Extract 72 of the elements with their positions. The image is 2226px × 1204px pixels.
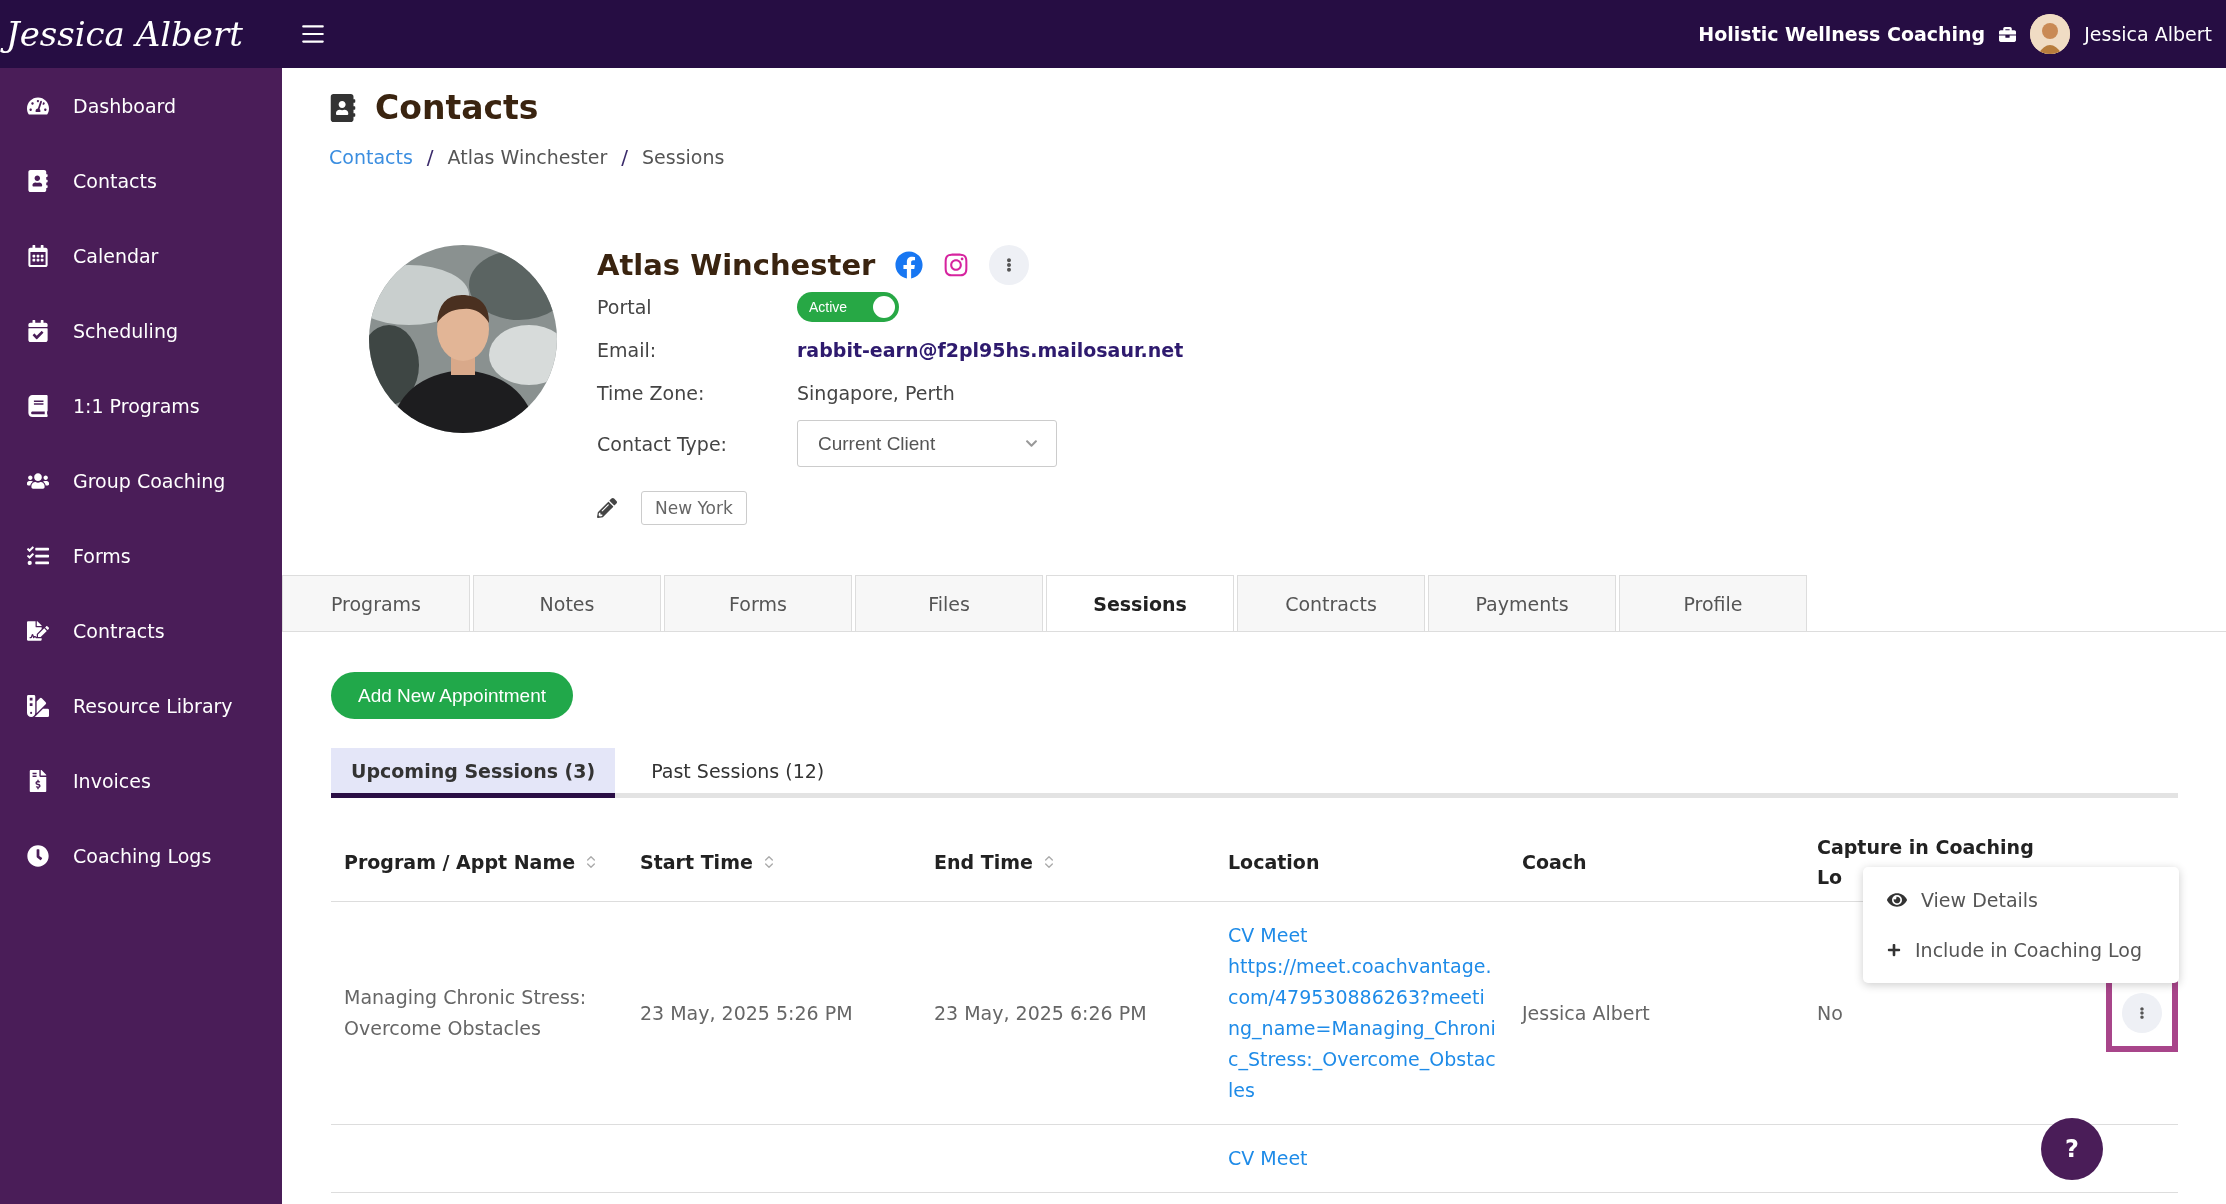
field-label: Email: [597, 338, 658, 361]
breadcrumb-separator: / [621, 145, 629, 169]
book-icon [27, 394, 49, 417]
checklist-icon [27, 544, 49, 567]
sidebar-item[interactable]: Resource Library [0, 668, 282, 743]
sidebar-item[interactable]: Coaching Logs [0, 818, 282, 893]
column-header[interactable]: Program / Appt Name [344, 847, 576, 877]
eye-icon [1887, 890, 1907, 910]
location-title-link[interactable]: CV Meet [1228, 1143, 1496, 1174]
table-cell-text: No [1816, 1000, 1844, 1026]
table-cell-text: Managing Chronic Stress: Overcome Obstacles [343, 985, 588, 1041]
location-tag: New York [641, 491, 747, 525]
sidebar-item[interactable]: Group Coaching [0, 443, 282, 518]
more-button[interactable] [989, 245, 1030, 285]
table-cell-text: Jessica Albert [1520, 1000, 1651, 1026]
session-tab[interactable]: Past Sessions (12) [631, 748, 845, 798]
business-name: Holistic Wellness Coaching [1698, 23, 1986, 45]
calendar-check-icon [27, 319, 49, 342]
column-header[interactable]: End Time [934, 847, 1033, 877]
tab[interactable]: Forms [664, 575, 852, 631]
user-name[interactable]: Jessica Albert [2084, 23, 2212, 45]
invoice-icon [27, 769, 49, 792]
sidebar-item[interactable]: Calendar [0, 218, 282, 293]
tab[interactable]: Payments [1428, 575, 1616, 631]
field-value: Singapore, Perth [797, 381, 956, 404]
table-cell-text: 23 May, 2025 5:26 PM [639, 1000, 854, 1026]
breadcrumb-item: Atlas Winchester [447, 146, 608, 168]
contact-name: Atlas Winchester [597, 248, 876, 282]
page-title: Contacts [375, 88, 539, 127]
plus-icon [1887, 943, 1901, 957]
tab[interactable]: Notes [473, 575, 661, 631]
sidebar-item[interactable]: Forms [0, 518, 282, 593]
sidebar-item[interactable]: Invoices [0, 743, 282, 818]
sidebar-item[interactable]: Dashboard [0, 68, 282, 143]
clock-icon [27, 844, 49, 867]
row-actions-button[interactable] [2122, 993, 2162, 1033]
contacts-icon [329, 93, 357, 122]
sidebar-item[interactable]: Contacts [0, 143, 282, 218]
field-label: Contact Type: [597, 432, 728, 455]
table-cell-text: 23 May, 2025 6:26 PM [933, 1000, 1148, 1026]
sidebar-item[interactable]: Scheduling [0, 293, 282, 368]
column-header: Coach [1522, 850, 1587, 875]
briefcase-icon[interactable] [1999, 25, 2017, 43]
column-header[interactable]: Start Time [640, 847, 753, 877]
field-label: Time Zone: [597, 381, 706, 404]
chevron-down-icon [1025, 437, 1038, 450]
breadcrumb-item: Sessions [642, 146, 725, 168]
meeting-url-link[interactable]: https://meet.coachvantage.com/479530886263?meeting_name=Managing_Chronic_Stress:_Overcome_Obstacles [1228, 951, 1496, 1106]
books-icon [27, 694, 49, 717]
sidebar-item[interactable]: Contracts [0, 593, 282, 668]
facebook-icon[interactable] [895, 251, 924, 279]
breadcrumb-separator: / [426, 145, 434, 169]
signed-document-icon [27, 619, 49, 642]
tab[interactable]: Programs [282, 575, 470, 631]
instagram-icon[interactable] [943, 252, 970, 278]
calendar-icon [27, 244, 49, 267]
field-label: Portal [597, 295, 653, 318]
session-tab[interactable]: Upcoming Sessions (3) [331, 748, 616, 798]
location-title-link[interactable]: CV Meet [1228, 920, 1496, 951]
column-header: Location [1228, 850, 1320, 875]
tab[interactable]: Files [855, 575, 1043, 631]
address-book-icon [27, 169, 49, 192]
tab[interactable]: Sessions [1046, 575, 1234, 631]
tab[interactable]: Contracts [1237, 575, 1425, 631]
help-button[interactable]: ? [2041, 1118, 2103, 1180]
tab[interactable]: Profile [1619, 575, 1807, 631]
sidebar-item[interactable]: 1:1 Programs [0, 368, 282, 443]
pencil-icon[interactable] [597, 498, 617, 518]
logo: Jessica Albert [0, 14, 255, 54]
email-link[interactable]: rabbit-earn@f2pl95hs.mailosaur.net [797, 338, 1184, 361]
menu-item[interactable]: Include in Coaching Log [1863, 925, 2179, 975]
contact-type-select[interactable]: Current Client [797, 420, 1057, 467]
